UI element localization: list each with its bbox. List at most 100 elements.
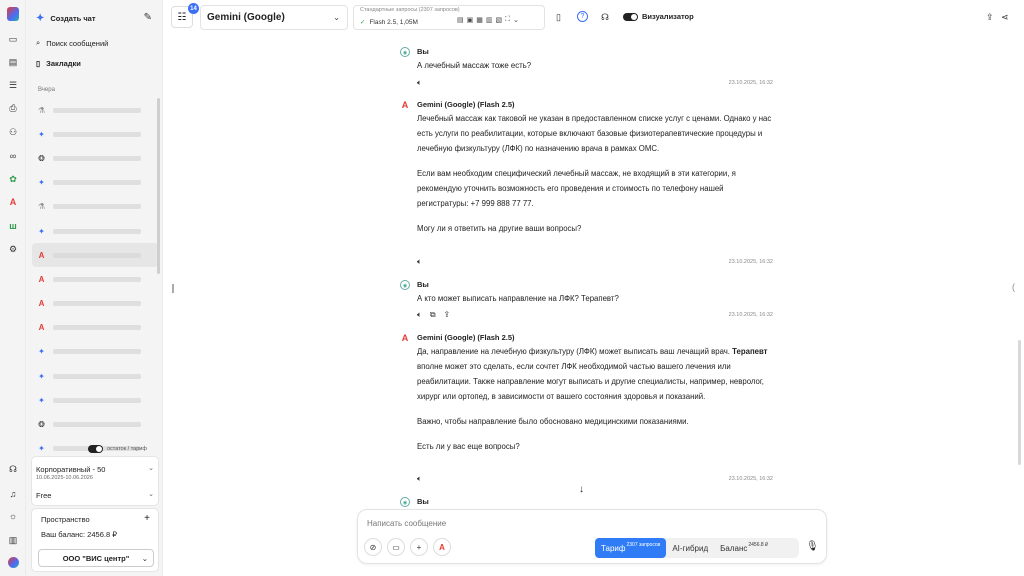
chat-item[interactable]: ✦ (32, 219, 158, 243)
settings-icon[interactable]: ⚙ (7, 243, 19, 255)
org-select[interactable]: ООО "ВИС центр" ⌄ (38, 549, 154, 567)
gemini-a-icon[interactable]: A (433, 538, 451, 556)
headset-icon[interactable]: ☊ (601, 12, 609, 23)
chevron-down-icon[interactable]: ⌄ (148, 464, 154, 472)
message-time: 23.10.2025, 16:32 (728, 80, 773, 86)
app-logo-icon[interactable] (7, 7, 19, 21)
balance-mode[interactable]: Баланс 2456.8 ₽ (714, 538, 774, 558)
sparkle-icon: ✦ (38, 347, 45, 357)
message-actions: 🔈︎ ⧉ ⇪ (417, 310, 450, 320)
chat-item[interactable]: ⚗ (32, 195, 158, 219)
new-chat-button[interactable]: ✦ Создать чат (36, 13, 96, 24)
chat-item[interactable]: ✦ (32, 122, 158, 146)
message-user: ◉ Вы А кто может выписать направление на… (400, 280, 775, 325)
mic-icon[interactable]: 🎙︎ (806, 541, 819, 552)
hybrid-mode[interactable]: AI-гибрид (666, 538, 714, 558)
add-space-button[interactable]: + (144, 513, 150, 524)
sliders-icon: ☷ (177, 11, 187, 23)
document-icon[interactable]: ▥ (7, 534, 19, 546)
profile-icon[interactable] (7, 556, 19, 568)
chat-item-active[interactable]: A (32, 243, 158, 268)
remainder-toggle[interactable] (88, 445, 103, 453)
notification-badge: 14 (188, 3, 199, 14)
share-icon[interactable]: ⇪ (444, 310, 451, 320)
palette-icon[interactable]: ✿ (7, 173, 19, 185)
message-assistant: A Gemini (Google) (Flash 2.5) Лечебный м… (400, 100, 775, 270)
plan-free: Free (36, 491, 52, 500)
sparkle-icon: ✦ (38, 226, 45, 236)
message-user: ◉ Вы А лечебный массаж тоже есть? 🔈︎ 23.… (400, 47, 775, 92)
sparkle-icon: ✦ (38, 129, 45, 139)
printer-icon[interactable]: ⎙ (7, 102, 19, 114)
bookmark-icon[interactable]: ▯ (556, 12, 561, 23)
chat-item[interactable]: A (32, 316, 158, 340)
message-paragraph: Есть ли у вас еще вопросы? (417, 442, 520, 451)
bell-icon[interactable]: ♫ (7, 488, 19, 500)
list-icon[interactable]: ☰ (7, 79, 19, 91)
chat-item[interactable]: A (32, 267, 158, 291)
visualizer-toggle-row[interactable]: Визуализатор (623, 12, 694, 21)
collapse-left-handle[interactable] (172, 284, 174, 293)
org-name: ООО "ВИС центр" (62, 553, 130, 563)
message-actions: 🔈︎ (417, 78, 422, 88)
message-author: Вы (417, 280, 429, 289)
message-text: А кто может выписать направление на ЛФК?… (417, 294, 619, 303)
speaker-icon[interactable]: 🔈︎ (417, 78, 422, 88)
share-icon[interactable]: ⋖ (1001, 12, 1009, 23)
infinity-icon[interactable]: ∞ (7, 150, 19, 162)
flask-icon: ⚗ (37, 202, 46, 212)
icon-rail: ▭ ▤ ☰ ⎙ ⚇ ∞ ✿ A ш ⚙ ☊ ♫ ☼ ▥ (0, 0, 26, 576)
bookmarks-button[interactable]: ▯ Закладки (36, 59, 81, 68)
chat-item[interactable]: ❂ (32, 412, 158, 436)
w-logo-icon[interactable]: ш (7, 220, 19, 232)
speaker-icon[interactable]: 🔈︎ (417, 257, 422, 267)
scroll-down-button[interactable]: ↓ (579, 484, 584, 495)
collapse-right-handle[interactable]: ( (1012, 282, 1015, 292)
sun-icon[interactable]: ☼ (7, 510, 19, 522)
visualizer-toggle[interactable] (623, 12, 638, 21)
openai-icon: ❂ (38, 153, 45, 163)
chat-item[interactable]: ⚗ (32, 98, 158, 122)
chat-item[interactable]: ✦ (32, 340, 158, 364)
prompt-icon[interactable]: ▭ (387, 538, 405, 556)
plan-card[interactable]: Корпоративный - 50 ⌄ 10.06.2025-10.06.20… (31, 456, 159, 506)
copy-icon[interactable]: ⧉ (430, 310, 436, 320)
message-user: ◉ Вы (400, 497, 775, 509)
attach-icon[interactable]: ⊘ (364, 538, 382, 556)
message-actions: 🔈︎ (417, 474, 422, 484)
search-messages-button[interactable]: ⌕ Поиск сообщений (36, 38, 108, 48)
model-select[interactable]: Gemini (Google) ⌄ (200, 5, 348, 30)
chevron-down-icon[interactable]: ⌄ (148, 490, 154, 498)
speaker-icon[interactable]: 🔈︎ (417, 474, 422, 484)
standard-requests-select[interactable]: Стандартные запросы (2307 запросов) ✓ Fl… (353, 5, 545, 30)
message-author: Gemini (Google) (Flash 2.5) (417, 100, 515, 109)
help-icon[interactable]: ? (577, 11, 588, 22)
chat-item[interactable]: ✦ (32, 171, 158, 195)
remainder-toggle-row[interactable]: остаток / тариф (88, 445, 147, 453)
chat-item[interactable]: ❂ (32, 146, 158, 170)
message-paragraph: Да, направление на лечебную физкультуру … (417, 344, 777, 404)
plan-name: Корпоративный - 50 (36, 465, 106, 474)
message-time: 23.10.2025, 16:32 (728, 259, 773, 265)
inbox-icon[interactable]: ▭ (7, 33, 19, 45)
message-input[interactable]: Написать сообщение (367, 519, 446, 528)
sparkle-icon: ✦ (36, 13, 45, 24)
chat-item[interactable]: ✦ (32, 364, 158, 388)
check-icon: ✓ (360, 19, 366, 26)
calendar-icon[interactable]: ▤ (7, 56, 19, 68)
upload-icon[interactable]: ⇪ (986, 12, 994, 23)
a-logo-icon[interactable]: A (7, 196, 19, 208)
message-body: А лечебный массаж тоже есть? (417, 58, 777, 83)
chat-item[interactable]: ✦ (32, 388, 158, 412)
chat-item[interactable]: A (32, 292, 158, 316)
sidebar-scrollbar[interactable] (157, 98, 160, 274)
tariff-mode[interactable]: Тариф 2307 запросов (595, 538, 667, 558)
edit-icon[interactable]: ✎ (144, 12, 152, 23)
plan-dates: 10.06.2025-10.06.2026 (36, 475, 93, 481)
speaker-icon[interactable]: 🔈︎ (417, 310, 422, 320)
plus-icon[interactable]: + (410, 538, 428, 556)
chat-scrollbar[interactable] (1018, 340, 1021, 465)
search-icon: ⌕ (36, 38, 41, 47)
headset-icon[interactable]: ☊ (7, 463, 19, 475)
users-icon[interactable]: ⚇ (7, 126, 19, 138)
